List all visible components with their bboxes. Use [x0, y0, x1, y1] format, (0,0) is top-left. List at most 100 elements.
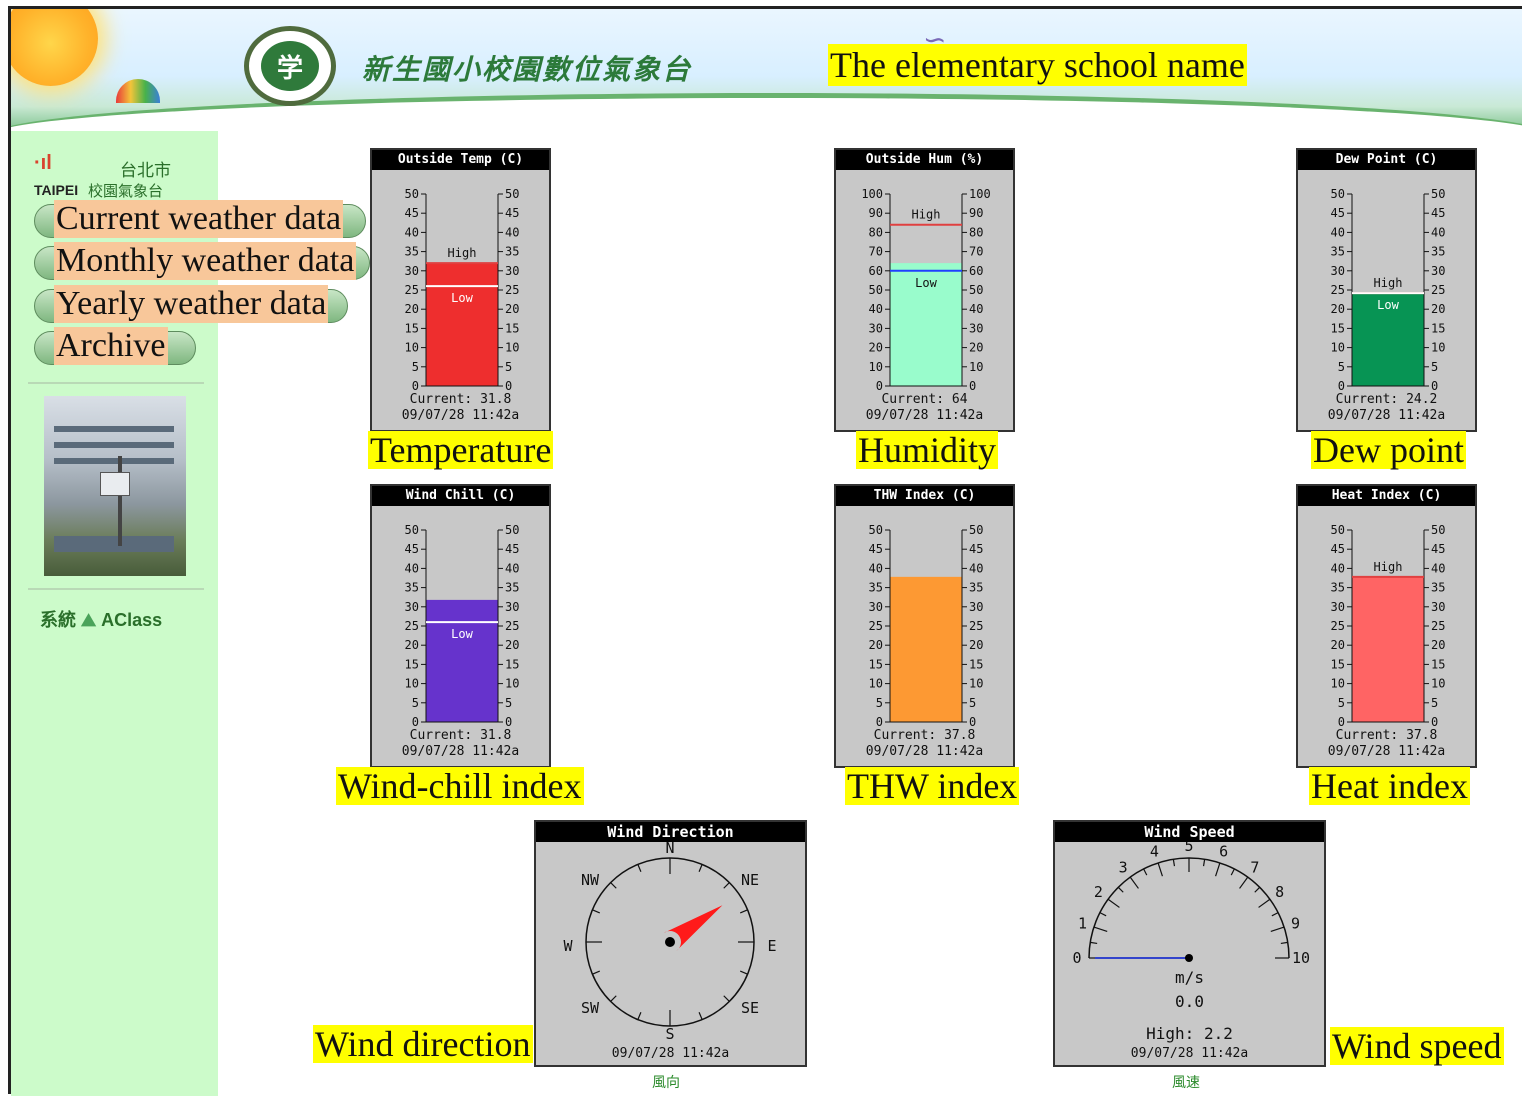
gauge-title: Dew Point (C): [1298, 150, 1475, 170]
gauge-tick-label: 5: [876, 696, 883, 710]
gauge-tick-label: 45: [405, 206, 419, 220]
gauge-title: Wind Chill (C): [372, 486, 549, 506]
gauge-tick-label: 25: [1331, 283, 1345, 297]
gauge-time: 09/07/28 11:42a: [1327, 408, 1446, 423]
gauge-tick-label: 15: [1431, 321, 1445, 335]
gauge-tick-label: 15: [405, 657, 419, 671]
compass-tick: [698, 864, 703, 873]
gauge-outside-temp: Outside Temp (C) 0 0 5 5 10 10 15 15 20 20 25 25 30 3…: [370, 148, 551, 432]
gauge-tick-label: 30: [505, 600, 519, 614]
speed-high: High: 2.2: [1146, 1024, 1233, 1043]
speed-tick: [1271, 912, 1279, 917]
sidebar-item-monthly[interactable]: Monthly weather data: [34, 242, 370, 280]
gauge-chart: 0 0 5 5 10 10 15 15 20 20 25 25 30 30 35 35 40 40 45 45 50 50…: [405, 523, 520, 726]
compass-label-w: W: [563, 937, 573, 955]
gauge-tick-label: 20: [1431, 638, 1445, 652]
system-brand: 系統 ⛰ AClass: [40, 606, 162, 632]
gauge-current: Current: 37.8: [873, 728, 976, 743]
gauge-tick-label: 60: [969, 264, 983, 278]
compass-label-ne: NE: [741, 871, 759, 889]
caption-wind-speed: Wind speed: [1330, 1026, 1504, 1066]
gauge-tick-label: 35: [1431, 245, 1445, 259]
gauge-tick-label: 15: [869, 657, 883, 671]
gauge-high-label: High: [1374, 276, 1403, 290]
gauge-tick-label: 45: [1431, 542, 1445, 556]
speed-tick: [1280, 941, 1288, 945]
gauge-tick-label: 0: [412, 379, 419, 390]
taipei-cn-label: 台北市: [120, 161, 171, 180]
gauge-high-label: High: [912, 208, 941, 222]
gauge-tick-label: 5: [1431, 360, 1438, 374]
compass-label-s: S: [665, 1025, 674, 1042]
gauge-tick-label: 10: [969, 677, 983, 691]
speed-tick-label: 7: [1250, 858, 1259, 876]
speed-tick-label: 5: [1184, 842, 1193, 855]
compass-tick: [698, 1011, 703, 1020]
speed-tick: [1202, 859, 1206, 867]
compass-tick: [637, 1011, 642, 1020]
gauge-tick-label: 30: [869, 600, 883, 614]
gauge-tick-label: 30: [969, 321, 983, 335]
taipei-logo: ·ıl 台北市 TAIPEI 校園氣象台: [30, 150, 210, 200]
wind-speed-cn-label: 風速: [1172, 1074, 1200, 1090]
gauge-tick-label: 40: [969, 302, 983, 316]
gauge-tick-label: 15: [505, 657, 519, 671]
gauge-tick-label: 10: [869, 360, 883, 374]
gauge-tick-label: 5: [1338, 696, 1345, 710]
wind-speed-panel: Wind Speed 0 1 2 3 4 5 6 7 8 9 10 m/s 0.0 High: 2.…: [1053, 820, 1326, 1067]
compass-tick: [592, 970, 601, 975]
gauge-tick-label: 20: [969, 341, 983, 355]
gauge-tick-label: 50: [405, 187, 419, 201]
gauge-tick-label: 50: [505, 187, 519, 201]
speed-tick-label: 8: [1275, 883, 1284, 901]
sidebar-item-archive[interactable]: Archive: [34, 327, 364, 365]
gauge-tick-label: 35: [1331, 245, 1345, 259]
gauge-tick-label: 0: [412, 715, 419, 726]
gauge-tick-label: 5: [505, 360, 512, 374]
gauge-tick-label: 15: [1331, 321, 1345, 335]
gauge-tick-label: 90: [869, 206, 883, 220]
speed-tick: [1172, 859, 1176, 867]
gauge-tick-label: 35: [405, 581, 419, 595]
gauge-tick-label: 40: [505, 225, 519, 239]
gauge-tick-label: 10: [1431, 677, 1445, 691]
speed-tick: [1143, 868, 1148, 876]
school-seal-logo: 学: [244, 26, 336, 106]
gauge-tick-label: 50: [969, 283, 983, 297]
compass-label-nw: NW: [581, 871, 600, 889]
gauge-tick-label: 20: [505, 638, 519, 652]
gauge-tick-label: 35: [1331, 581, 1345, 595]
speed-tick-label: 0: [1072, 949, 1081, 967]
gauge-tick-label: 15: [405, 321, 419, 335]
gauge-title: Heat Index (C): [1298, 486, 1475, 506]
sidebar-item-current[interactable]: Current weather data: [34, 200, 366, 238]
gauge-tick-label: 70: [969, 245, 983, 259]
gauge-tick-label: 25: [405, 283, 419, 297]
gauge-tick-label: 20: [1331, 638, 1345, 652]
speed-tick: [1270, 926, 1285, 932]
speed-tick: [1107, 898, 1120, 908]
speed-tick: [1129, 876, 1139, 889]
gauge-tick-label: 10: [405, 341, 419, 355]
gauge-current: Current: 64: [881, 392, 968, 407]
gauge-tick-label: 50: [869, 523, 883, 537]
taipei-cn-subtitle: 校園氣象台: [88, 183, 164, 200]
gauge-time: 09/07/28 11:42a: [865, 744, 984, 759]
caption-temperature: Temperature: [368, 430, 554, 470]
gauge-tick-label: 25: [969, 619, 983, 633]
sidebar-item-label: Monthly weather data: [54, 242, 357, 280]
sidebar-item-yearly[interactable]: Yearly weather data: [34, 285, 364, 323]
gauge-tick-label: 30: [1331, 600, 1345, 614]
gauge-tick-label: 30: [869, 321, 883, 335]
gauge-tick-label: 50: [1331, 523, 1345, 537]
taipei-en-label: TAIPEI: [34, 182, 79, 198]
compass-hub: [665, 937, 675, 947]
gauge-title: Outside Temp (C): [372, 150, 549, 170]
compass-label-sw: SW: [581, 999, 600, 1017]
gauge-tick-label: 5: [505, 696, 512, 710]
gauge-tick-label: 50: [405, 523, 419, 537]
site-title-chinese: 新生國小校園數位氣象台: [362, 53, 693, 86]
umbrella-icon: [116, 79, 160, 103]
compass-dial: N NE E SE S SW W NW: [563, 842, 776, 1042]
gauge-tick-label: 20: [969, 638, 983, 652]
